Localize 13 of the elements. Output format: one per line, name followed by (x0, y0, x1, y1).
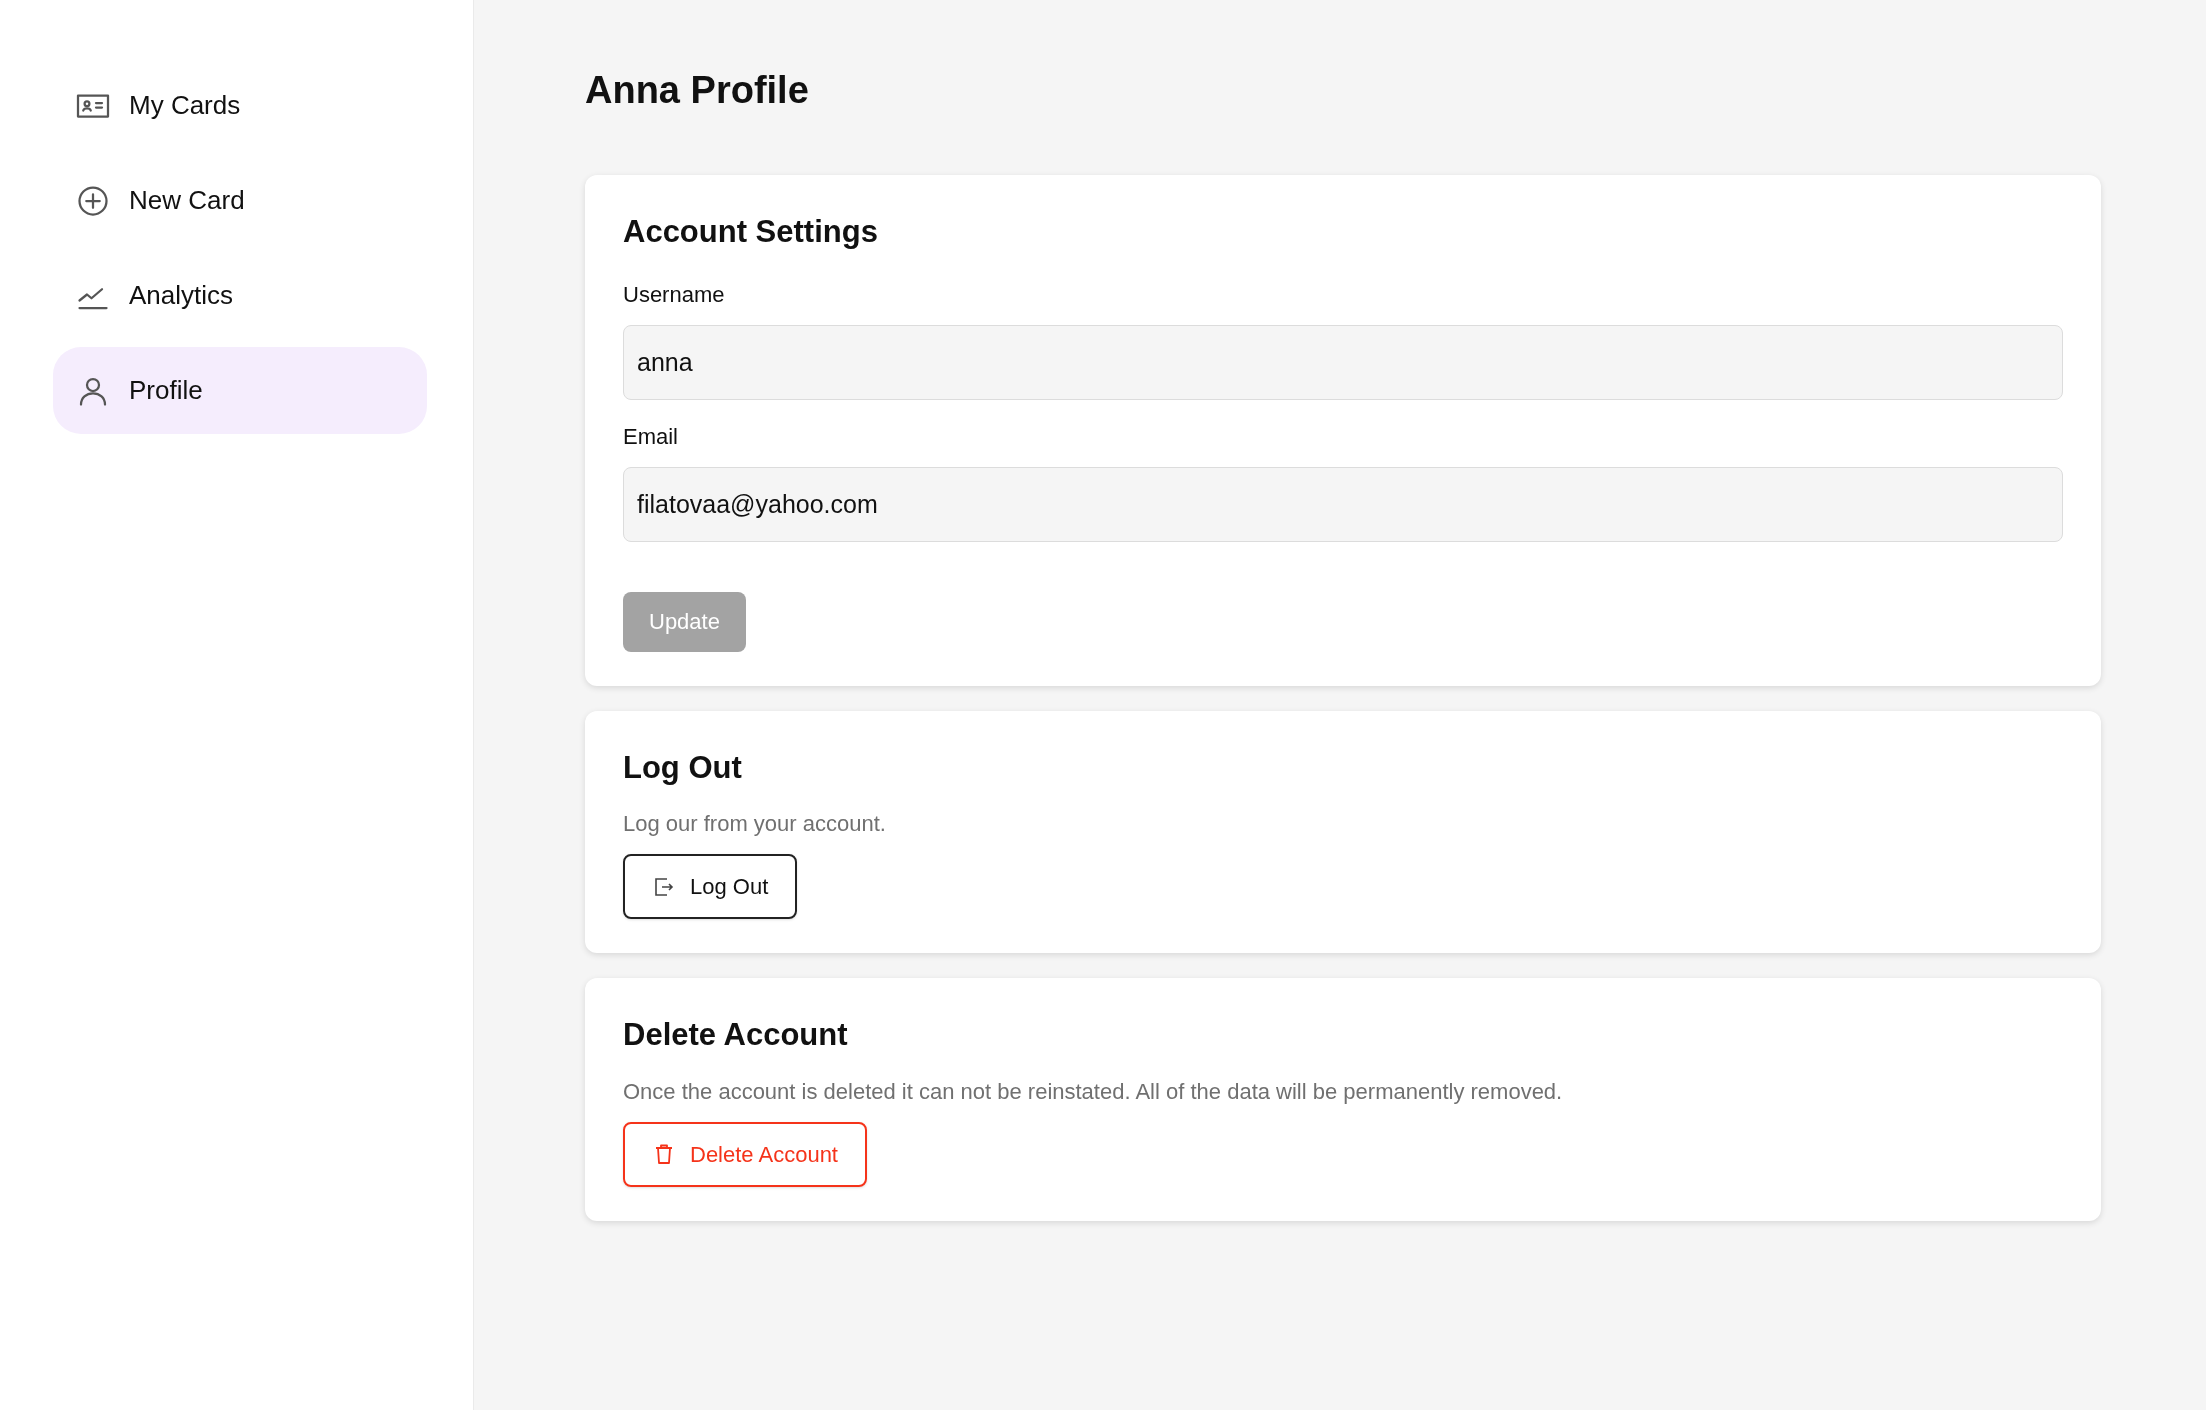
field-label: Username (623, 280, 726, 309)
input-field[interactable]: filatovaa@yahoo.com (623, 466, 2063, 542)
field-label: Email (623, 422, 679, 451)
section-title: Log Out (623, 748, 743, 787)
section-description: Log our from your account. (623, 810, 887, 838)
sidebar-item[interactable]: Profile (53, 347, 427, 434)
page-title: Anna Profile (585, 68, 810, 113)
input-field[interactable]: anna (623, 324, 2063, 400)
section-title: Account Settings (623, 213, 879, 251)
log-out-button[interactable]: Log Out (623, 854, 798, 919)
delete-account-button[interactable]: Delete Account (623, 1121, 867, 1187)
section-description: Once the account is deleted it can not be reinstated. All of the data will be permanently removed. (623, 1077, 1564, 1106)
section-title: Delete Account (623, 1016, 849, 1054)
